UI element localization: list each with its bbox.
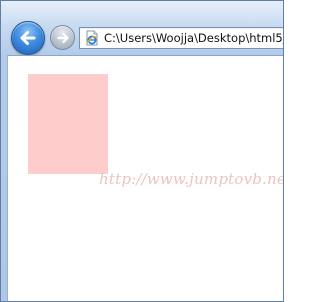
ie-document-icon [84, 30, 100, 46]
page-viewport: http://www.jumptovb.net [7, 55, 283, 301]
address-bar[interactable]: C:\Users\Woojja\Desktop\html5_c [79, 27, 283, 49]
browser-window: C:\Users\Woojja\Desktop\html5_c http://w… [0, 0, 284, 302]
arrow-right-icon [56, 31, 70, 45]
forward-button[interactable] [50, 25, 75, 50]
address-url-text[interactable]: C:\Users\Woojja\Desktop\html5_c [104, 28, 283, 48]
pink-box [28, 74, 108, 174]
back-button[interactable] [11, 21, 45, 55]
arrow-left-icon [18, 28, 38, 48]
browser-toolbar: C:\Users\Woojja\Desktop\html5_c [1, 1, 283, 55]
watermark-text: http://www.jumptovb.net [99, 170, 283, 188]
